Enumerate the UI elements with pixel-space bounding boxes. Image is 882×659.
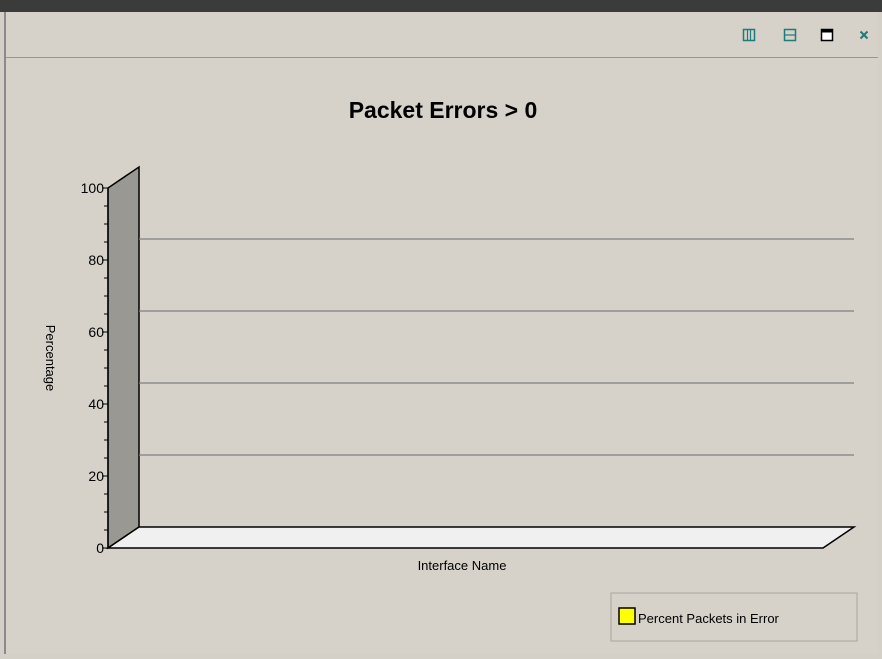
y-tick-label: 0 bbox=[96, 540, 104, 556]
x-axis-label: Interface Name bbox=[418, 558, 507, 573]
chart-svg: Packet Errors > 0 0 20 40 60 80 100 Percentag… bbox=[43, 97, 858, 642]
y-tick-label: 100 bbox=[81, 180, 105, 196]
split-vertical-button[interactable] bbox=[738, 24, 760, 46]
close-icon bbox=[859, 30, 869, 40]
split-vertical-icon bbox=[742, 28, 756, 42]
y-axis-label: Percentage bbox=[43, 325, 58, 392]
app-frame: Packet Errors > 0 0 20 40 60 80 100 Percentag… bbox=[0, 0, 882, 654]
maximize-button[interactable] bbox=[816, 24, 838, 46]
panel-header bbox=[6, 12, 878, 58]
legend-label: Percent Packets in Error bbox=[638, 611, 780, 626]
chart-panel: Packet Errors > 0 0 20 40 60 80 100 Percentag… bbox=[4, 12, 878, 654]
chart-floor bbox=[105, 526, 857, 549]
chart-area: Packet Errors > 0 0 20 40 60 80 100 Percentag… bbox=[6, 58, 878, 654]
top-window-border bbox=[0, 0, 882, 12]
side-wall bbox=[107, 165, 140, 550]
chart-title: Packet Errors > 0 bbox=[349, 97, 538, 123]
y-tick-label: 80 bbox=[88, 252, 104, 268]
plot-area: 0 20 40 60 80 100 bbox=[81, 165, 857, 556]
close-button[interactable] bbox=[853, 24, 875, 46]
y-tick-label: 40 bbox=[88, 396, 104, 412]
split-horizontal-button[interactable] bbox=[779, 24, 801, 46]
legend[interactable]: Percent Packets in Error bbox=[610, 592, 858, 642]
y-tick-label: 60 bbox=[88, 324, 104, 340]
legend-swatch bbox=[618, 607, 636, 625]
split-horizontal-icon bbox=[783, 28, 797, 42]
maximize-icon bbox=[820, 28, 834, 42]
y-tick-label: 20 bbox=[88, 468, 104, 484]
